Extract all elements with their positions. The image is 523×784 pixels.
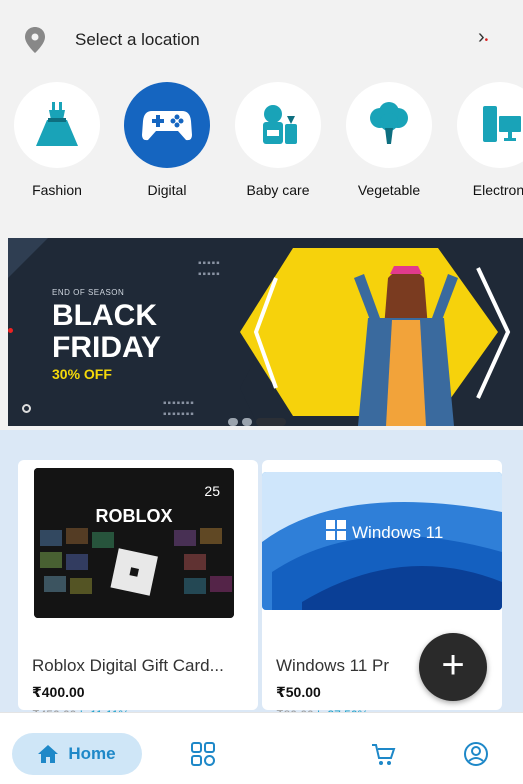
category-electronics[interactable]: Electroni: [455, 82, 523, 198]
banner-pager: [228, 418, 286, 426]
card-value: 25: [204, 483, 220, 499]
account-icon[interactable]: [463, 741, 489, 767]
windows-11-art: Windows 11: [262, 472, 502, 610]
category-row: Fashion Digital Baby care Vegetable Elec…: [0, 80, 523, 230]
pager-dot-active[interactable]: [256, 418, 286, 426]
baby-care-icon: [263, 105, 297, 144]
categories-icon[interactable]: [190, 741, 216, 767]
product-image: Windows 11: [262, 472, 502, 610]
category-fashion[interactable]: Fashion: [12, 82, 102, 198]
banner-offer: 30% OFF: [52, 366, 112, 382]
product-name: Roblox Digital Gift Card...: [32, 656, 224, 675]
roblox-card-art: ROBLOX 25: [34, 468, 234, 618]
chevron-right-icon[interactable]: ›•: [478, 26, 488, 49]
pager-dot[interactable]: [242, 418, 252, 426]
ring-decoration: [22, 404, 31, 413]
category-label: Baby care: [246, 182, 310, 198]
category-label: Digital: [147, 182, 187, 198]
nav-home[interactable]: Home: [12, 733, 142, 775]
black-friday-banner[interactable]: ▪▪▪▪▪ ▪▪▪▪▪ ▪▪▪▪▪▪▪ ▪▪▪▪▪▪▪ END OF SEASON …: [8, 238, 523, 426]
broccoli-icon: [370, 102, 408, 144]
banner-subtitle: END OF SEASON: [52, 288, 125, 297]
red-dot-decoration: [8, 328, 13, 333]
product-price: ₹400.00: [32, 684, 85, 700]
category-vegetable[interactable]: Vegetable: [344, 82, 434, 198]
dress-icon: [36, 102, 78, 146]
banner-title-line2: FRIDAY: [52, 331, 161, 364]
nav-home-label: Home: [68, 744, 116, 763]
category-label: Fashion: [32, 182, 82, 198]
location-label: Select a location: [75, 30, 200, 49]
roblox-logo: ROBLOX: [95, 506, 172, 526]
product-image: ROBLOX 25: [34, 468, 234, 618]
product-price: ₹50.00: [276, 684, 321, 700]
electronics-icon: [483, 106, 521, 142]
windows-logo-text: Windows 11: [352, 523, 443, 542]
cart-icon[interactable]: [370, 741, 396, 767]
category-digital[interactable]: Digital: [122, 82, 212, 198]
gamepad-icon: [142, 111, 192, 141]
promo-banner-section: ▪▪▪▪▪ ▪▪▪▪▪ ▪▪▪▪▪▪▪ ▪▪▪▪▪▪▪ END OF SEASON …: [0, 230, 523, 430]
banner-title-line1: BLACK: [52, 299, 157, 332]
dot-grid-decoration: ▪▪▪▪▪▪▪ ▪▪▪▪▪▪▪: [163, 398, 195, 420]
category-label: Vegetable: [357, 182, 421, 198]
pager-dot[interactable]: [228, 418, 238, 426]
home-icon: [38, 745, 59, 763]
product-card[interactable]: ROBLOX 25 Roblox Digital Gift Card... ₹4…: [18, 460, 258, 722]
location-bar[interactable]: Select a location ›•: [0, 0, 523, 80]
category-baby-care[interactable]: Baby care: [233, 82, 323, 198]
location-pin-icon: [25, 27, 45, 53]
bottom-navigation: Home: [0, 712, 523, 784]
category-label: Electroni: [472, 182, 523, 198]
dot-grid-decoration: ▪▪▪▪▪ ▪▪▪▪▪: [198, 258, 221, 280]
add-floating-button[interactable]: +: [419, 633, 487, 701]
